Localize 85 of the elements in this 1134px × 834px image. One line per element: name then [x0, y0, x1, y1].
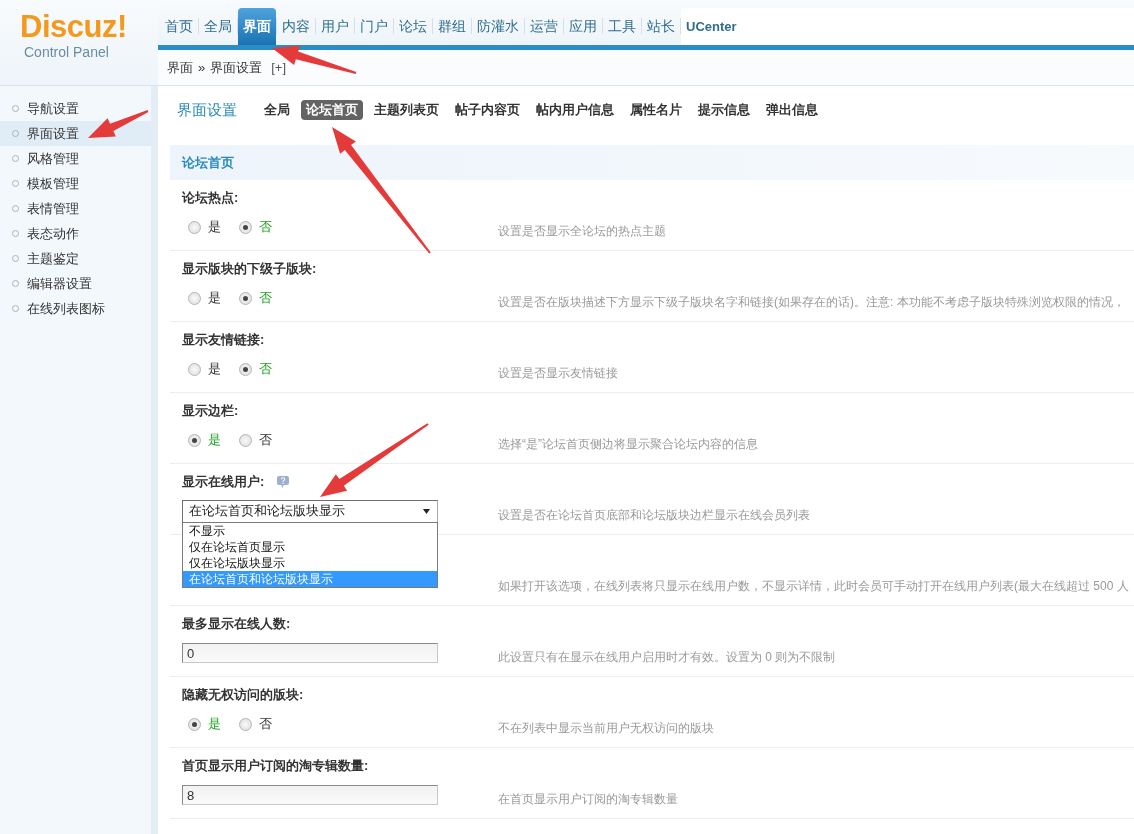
option-label: 是 — [208, 289, 221, 307]
option-label: 否 — [259, 218, 272, 236]
setting-label: 隐藏无权访问的版块: — [182, 687, 304, 703]
breadcrumb-separator: » — [198, 60, 206, 75]
select-field[interactable]: 在论坛首页和论坛版块显示 — [182, 499, 438, 523]
nav-tab[interactable]: 全局 — [199, 8, 237, 45]
setting-label: 最多显示在线人数: — [182, 616, 291, 632]
setting-description: 在首页显示用户订阅的淘专辑数量 — [498, 791, 679, 807]
nav-tab[interactable]: 群组 — [433, 8, 471, 45]
nav-tab[interactable]: 防灌水 — [472, 8, 524, 45]
tab[interactable]: 帖子内容页 — [450, 100, 525, 120]
tab[interactable]: 提示信息 — [693, 100, 755, 120]
radio-button[interactable] — [239, 362, 252, 376]
radio-button[interactable] — [239, 291, 252, 305]
logo-text: Discuz! — [20, 11, 127, 43]
option-label: 是 — [208, 360, 221, 378]
option-label: 否 — [259, 715, 272, 733]
option-label: 是 — [208, 218, 221, 236]
setting-label: 首页显示用户订阅的淘专辑数量: — [182, 758, 369, 774]
setting-description: 设置是否在版块描述下方显示下级子版块名字和链接(如果存在的话)。注意: 本功能不考虑子版块特殊浏览权限的情况， — [498, 294, 1126, 310]
option-label: 否 — [259, 289, 272, 307]
setting-label: 显示版块的下级子版块: — [182, 261, 317, 277]
tab[interactable]: 帖内用户信息 — [531, 100, 619, 120]
nav-tab[interactable]: UCenter — [681, 8, 1134, 45]
setting-description: 如果打开该选项，在线列表将只显示在线用户数，不显示详情，此时会员可手动打开在线用户列表(最大在线超过 500 人 — [498, 578, 1130, 594]
sidebar-item[interactable]: 表情管理 — [0, 196, 151, 221]
setting-description: 不在列表中显示当前用户无权访问的版块 — [498, 720, 715, 736]
setting-label: 显示边栏: — [182, 403, 239, 419]
setting-label: 显示友情链接: — [182, 332, 265, 348]
input-field[interactable]: 8 — [182, 785, 438, 805]
dropdown-option[interactable]: 仅在论坛首页显示 — [183, 539, 437, 555]
nav-tab[interactable]: 应用 — [564, 8, 602, 45]
nav-tab[interactable]: 用户 — [316, 8, 354, 45]
annotation-arrow — [88, 110, 149, 138]
option-label: 否 — [259, 431, 272, 449]
setting-label: 显示在线用户: — [182, 474, 265, 490]
setting-description: 设置是否显示友情链接 — [498, 365, 619, 381]
breadcrumb-link[interactable]: 界面 — [167, 58, 193, 77]
page-title: 界面设置 — [177, 100, 237, 120]
nav-tab[interactable]: 运营 — [525, 8, 563, 45]
input-field[interactable]: 0 — [182, 643, 438, 663]
radio-button[interactable] — [188, 362, 201, 376]
dropdown-option[interactable]: 不显示 — [183, 523, 437, 539]
setting-description: 选择“是”论坛首页侧边将显示聚合论坛内容的信息 — [498, 436, 759, 452]
nav-tab[interactable]: 门户 — [355, 8, 393, 45]
sidebar-item[interactable]: 模板管理 — [0, 171, 151, 196]
sidebar-item[interactable]: 主题鉴定 — [0, 246, 151, 271]
sidebar-item[interactable]: 界面设置 — [0, 121, 151, 146]
sidebar-item[interactable]: 编辑器设置 — [0, 271, 151, 296]
sidebar-item[interactable]: 在线列表图标 — [0, 296, 151, 321]
tab[interactable]: 属性名片 — [625, 100, 687, 120]
breadcrumb-link[interactable]: 界面设置 — [210, 58, 263, 77]
tab[interactable]: 论坛首页 — [301, 100, 363, 120]
nav-tab[interactable]: 内容 — [277, 8, 315, 45]
nav-tab[interactable]: 站长 — [642, 8, 680, 45]
option-label: 是 — [208, 715, 221, 733]
nav-tab[interactable]: 工具 — [603, 8, 641, 45]
tab[interactable]: 主题列表页 — [369, 100, 444, 120]
nav-tab[interactable]: 首页 — [160, 8, 198, 45]
sidebar-item[interactable]: 风格管理 — [0, 146, 151, 171]
logo-subtitle: Control Panel — [24, 44, 109, 61]
radio-button[interactable] — [188, 291, 201, 305]
tab[interactable]: 全局 — [259, 100, 295, 120]
sidebar-item[interactable]: 表态动作 — [0, 221, 151, 246]
setting-description: 设置是否在论坛首页底部和论坛版块边栏显示在线会员列表 — [498, 507, 811, 523]
option-label: 是 — [208, 431, 221, 449]
caret-icon — [423, 508, 430, 514]
radio-button[interactable] — [239, 220, 252, 234]
radio-button[interactable] — [239, 717, 252, 731]
radio-button[interactable] — [188, 220, 201, 234]
tab[interactable]: 弹出信息 — [761, 100, 823, 120]
radio-button[interactable] — [239, 433, 252, 447]
nav-tab[interactable]: 界面 — [238, 8, 276, 45]
dropdown-option[interactable]: 仅在论坛版块显示 — [183, 555, 437, 571]
radio-button[interactable] — [188, 433, 201, 447]
setting-description: 此设置只有在显示在线用户启用时才有效。设置为 0 则为不限制 — [498, 649, 837, 665]
setting-label: 论坛热点: — [182, 190, 239, 206]
section-header: 论坛首页 — [170, 145, 1134, 180]
add-shortcut-link[interactable]: [+] — [271, 60, 287, 75]
help-icon[interactable] — [276, 475, 291, 489]
setting-description: 设置是否显示全论坛的热点主题 — [498, 223, 667, 239]
option-label: 否 — [259, 360, 272, 378]
sidebar-item[interactable]: 导航设置 — [0, 96, 151, 121]
radio-button[interactable] — [188, 717, 201, 731]
nav-tab[interactable]: 论坛 — [394, 8, 432, 45]
